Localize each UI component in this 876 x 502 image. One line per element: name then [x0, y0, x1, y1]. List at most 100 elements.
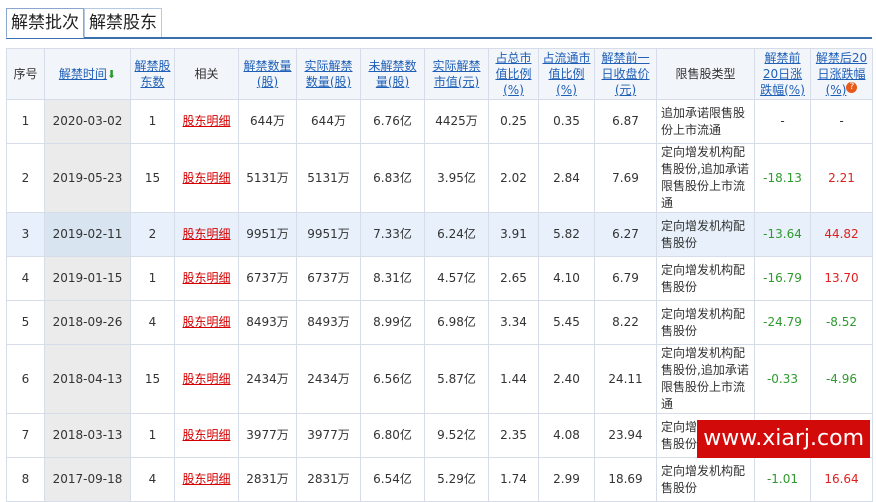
cell-related[interactable]: 股东明细 [174, 99, 239, 144]
cell-date-value: 2017-09-18 [52, 472, 123, 486]
cell-pct-float-value: 2.40 [553, 371, 580, 386]
cell-related-value[interactable]: 股东明细 [182, 271, 230, 285]
cell-index-value: 8 [21, 472, 30, 486]
watermark-banner: www.xiarj.com [697, 420, 870, 458]
cell-related[interactable]: 股东明细 [174, 413, 239, 458]
cell-related[interactable]: 股东明细 [174, 457, 239, 502]
cell-related[interactable]: 股东明细 [174, 212, 239, 257]
header-holders[interactable]: 解禁股东数 [130, 48, 175, 100]
cell-pct-total-value: 1.44 [500, 371, 527, 386]
header-actual[interactable]: 实际解禁数量(股) [296, 48, 361, 100]
header-mkt[interactable]: 实际解禁市值(元) [424, 48, 489, 100]
cell-prev-close: 24.11 [594, 344, 657, 414]
header-pct-float[interactable]: 占流通市值比例(%) [538, 48, 595, 100]
cell-prev-close: 23.94 [594, 413, 657, 458]
cell-unlocked-value: 6.56亿 [373, 371, 412, 386]
header-pct-float-label[interactable]: 占流通市值比例(%) [542, 51, 590, 97]
cell-type-value: 定向增发机构配售股份 [661, 262, 746, 294]
cell-actual-value: 5131万 [307, 170, 350, 185]
header-before20-label[interactable]: 解禁前20日涨跌幅(%) [760, 51, 805, 97]
cell-qty: 3977万 [238, 413, 297, 458]
cell-prev-close-value: 23.94 [608, 428, 643, 442]
cell-before20: -18.13 [754, 143, 811, 213]
header-pct-total[interactable]: 占总市值比例(%) [488, 48, 539, 100]
cell-prev-close: 7.69 [594, 143, 657, 213]
cell-qty: 9951万 [238, 212, 297, 257]
cell-before20-value: -0.33 [766, 371, 799, 386]
cell-holders-value: 15 [144, 371, 161, 386]
cell-pct-float-value: 0.35 [553, 114, 580, 128]
cell-related-value[interactable]: 股东明细 [182, 315, 230, 329]
cell-related-value[interactable]: 股东明细 [182, 171, 230, 185]
cell-pct-float: 2.40 [538, 344, 595, 414]
header-pct-total-label[interactable]: 占总市值比例(%) [495, 51, 531, 97]
cell-unlocked: 8.31亿 [360, 256, 425, 301]
header-holders-label[interactable]: 解禁股东数 [134, 59, 170, 89]
cell-related-value[interactable]: 股东明细 [182, 372, 230, 386]
cell-date: 2020-03-02 [44, 99, 131, 144]
cell-unlocked-value: 6.76亿 [373, 114, 412, 128]
header-prev-close-label[interactable]: 解禁前一日收盘价(元) [601, 51, 649, 97]
header-date[interactable]: 解禁时间⬇ [44, 48, 131, 100]
cell-before20: -0.33 [754, 344, 811, 414]
cell-related-value[interactable]: 股东明细 [182, 428, 230, 442]
cell-after20-value: - [839, 114, 844, 128]
header-before20[interactable]: 解禁前20日涨跌幅(%) [754, 48, 811, 100]
help-icon[interactable]: ? [846, 82, 858, 93]
header-unlocked-label[interactable]: 未解禁数量(股) [368, 59, 416, 89]
cell-pct-float: 5.45 [538, 300, 595, 345]
cell-mkt-value: 6.24亿 [437, 227, 476, 241]
header-prev-close[interactable]: 解禁前一日收盘价(元) [594, 48, 657, 100]
cell-related-value[interactable]: 股东明细 [182, 472, 230, 486]
cell-mkt: 5.87亿 [424, 344, 489, 414]
cell-pct-float-value: 2.84 [553, 170, 580, 185]
cell-prev-close-value: 6.79 [612, 271, 639, 285]
cell-qty-value: 3977万 [246, 428, 289, 442]
header-qty-label[interactable]: 解禁数量(股) [243, 59, 291, 89]
header-after20[interactable]: 解禁后20日涨跌幅(%)? [810, 48, 873, 100]
cell-holders: 4 [130, 457, 175, 502]
cell-prev-close-value: 24.11 [608, 371, 643, 386]
header-actual-label[interactable]: 实际解禁数量(股) [304, 59, 352, 89]
cell-index-value: 1 [21, 114, 30, 128]
cell-related[interactable]: 股东明细 [174, 143, 239, 213]
cell-unlocked: 7.33亿 [360, 212, 425, 257]
cell-pct-total-value: 2.35 [500, 428, 527, 442]
table-row: 8 2017-09-18 4 股东明细 2831万 2831万 6.54亿 5.29亿 1.74… [6, 457, 873, 502]
cell-holders: 15 [130, 344, 175, 414]
header-related: 相关 [174, 48, 239, 100]
cell-date: 2019-02-11 [44, 212, 131, 257]
cell-related[interactable]: 股东明细 [174, 300, 239, 345]
table-row: 6 2018-04-13 15 股东明细 2434万 2434万 6.56亿 5.87亿 1.4… [6, 344, 873, 414]
cell-prev-close: 18.69 [594, 457, 657, 502]
header-date-label[interactable]: 解禁时间 [59, 67, 107, 81]
cell-date: 2018-03-13 [44, 413, 131, 458]
cell-prev-close: 6.87 [594, 99, 657, 144]
cell-type-value: 追加承诺限售股份上市流通 [661, 105, 746, 137]
cell-before20-value: -18.13 [763, 170, 802, 185]
cell-mkt-value: 9.52亿 [437, 428, 476, 442]
cell-unlocked: 6.80亿 [360, 413, 425, 458]
cell-prev-close: 6.27 [594, 212, 657, 257]
cell-related-value[interactable]: 股东明细 [182, 114, 230, 128]
cell-index-value: 6 [21, 371, 30, 386]
cell-related[interactable]: 股东明细 [174, 344, 239, 414]
cell-prev-close-value: 7.69 [612, 170, 639, 185]
cell-related[interactable]: 股东明细 [174, 256, 239, 301]
tab-divider [6, 37, 872, 39]
header-mkt-label[interactable]: 实际解禁市值(元) [432, 59, 480, 89]
cell-pct-total: 0.25 [488, 99, 539, 144]
cell-before20: -16.79 [754, 256, 811, 301]
table-row: 1 2020-03-02 1 股东明细 644万 644万 6.76亿 4425万 0.25 0.… [6, 99, 873, 144]
header-after20-label[interactable]: 解禁后20日涨跌幅(%) [816, 51, 867, 97]
cell-related-value[interactable]: 股东明细 [182, 227, 230, 241]
sort-down-icon[interactable]: ⬇ [107, 68, 116, 81]
cell-before20-value: -24.79 [763, 315, 802, 329]
cell-after20: -8.52 [810, 300, 873, 345]
tab-unlock-batches[interactable]: 解禁批次 [6, 8, 84, 38]
header-qty[interactable]: 解禁数量(股) [238, 48, 297, 100]
cell-index-value: 2 [21, 170, 30, 185]
tab-unlock-holders[interactable]: 解禁股东 [84, 8, 162, 37]
header-unlocked[interactable]: 未解禁数量(股) [360, 48, 425, 100]
cell-type: 定向增发机构配售股份,追加承诺限售股份上市流通 [656, 344, 755, 414]
